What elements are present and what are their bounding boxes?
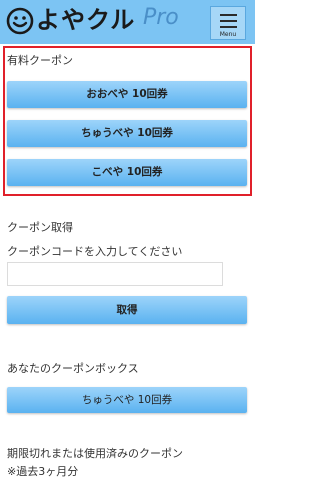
menu-hamburger-icon-bar [220,20,237,22]
expired-coupons-title: 期限切れまたは使用済みのクーポン [7,447,183,460]
expired-coupons-note: ※過去3ヶ月分 [7,465,79,478]
app-logo-text: よやクル [36,6,136,34]
menu-hamburger-icon-bar [220,26,237,28]
acquire-coupon-title: クーポン取得 [7,221,73,234]
coupon-box-title: あなたのクーポンボックス [7,362,139,375]
coupon-large-room-button[interactable]: おおべや 10回券 [7,81,247,108]
acquire-coupon-button[interactable]: 取得 [7,296,247,324]
coupon-medium-room-button[interactable]: ちゅうべや 10回券 [7,120,247,147]
menu-hamburger-icon [220,14,237,16]
app-header: よやクル Pro Menu [0,0,255,44]
menu-button[interactable]: Menu [210,6,246,40]
paid-coupons-title: 有料クーポン [7,54,73,67]
app-logo-pro: Pro [143,5,179,30]
coupon-code-input[interactable] [7,262,223,286]
smiley-logo-icon [6,7,34,35]
coupon-small-room-button[interactable]: こべや 10回券 [7,159,247,186]
coupon-box-item[interactable]: ちゅうべや 10回券 [7,387,247,413]
menu-label: Menu [219,31,237,38]
coupon-code-prompt: クーポンコードを入力してください [7,245,183,258]
